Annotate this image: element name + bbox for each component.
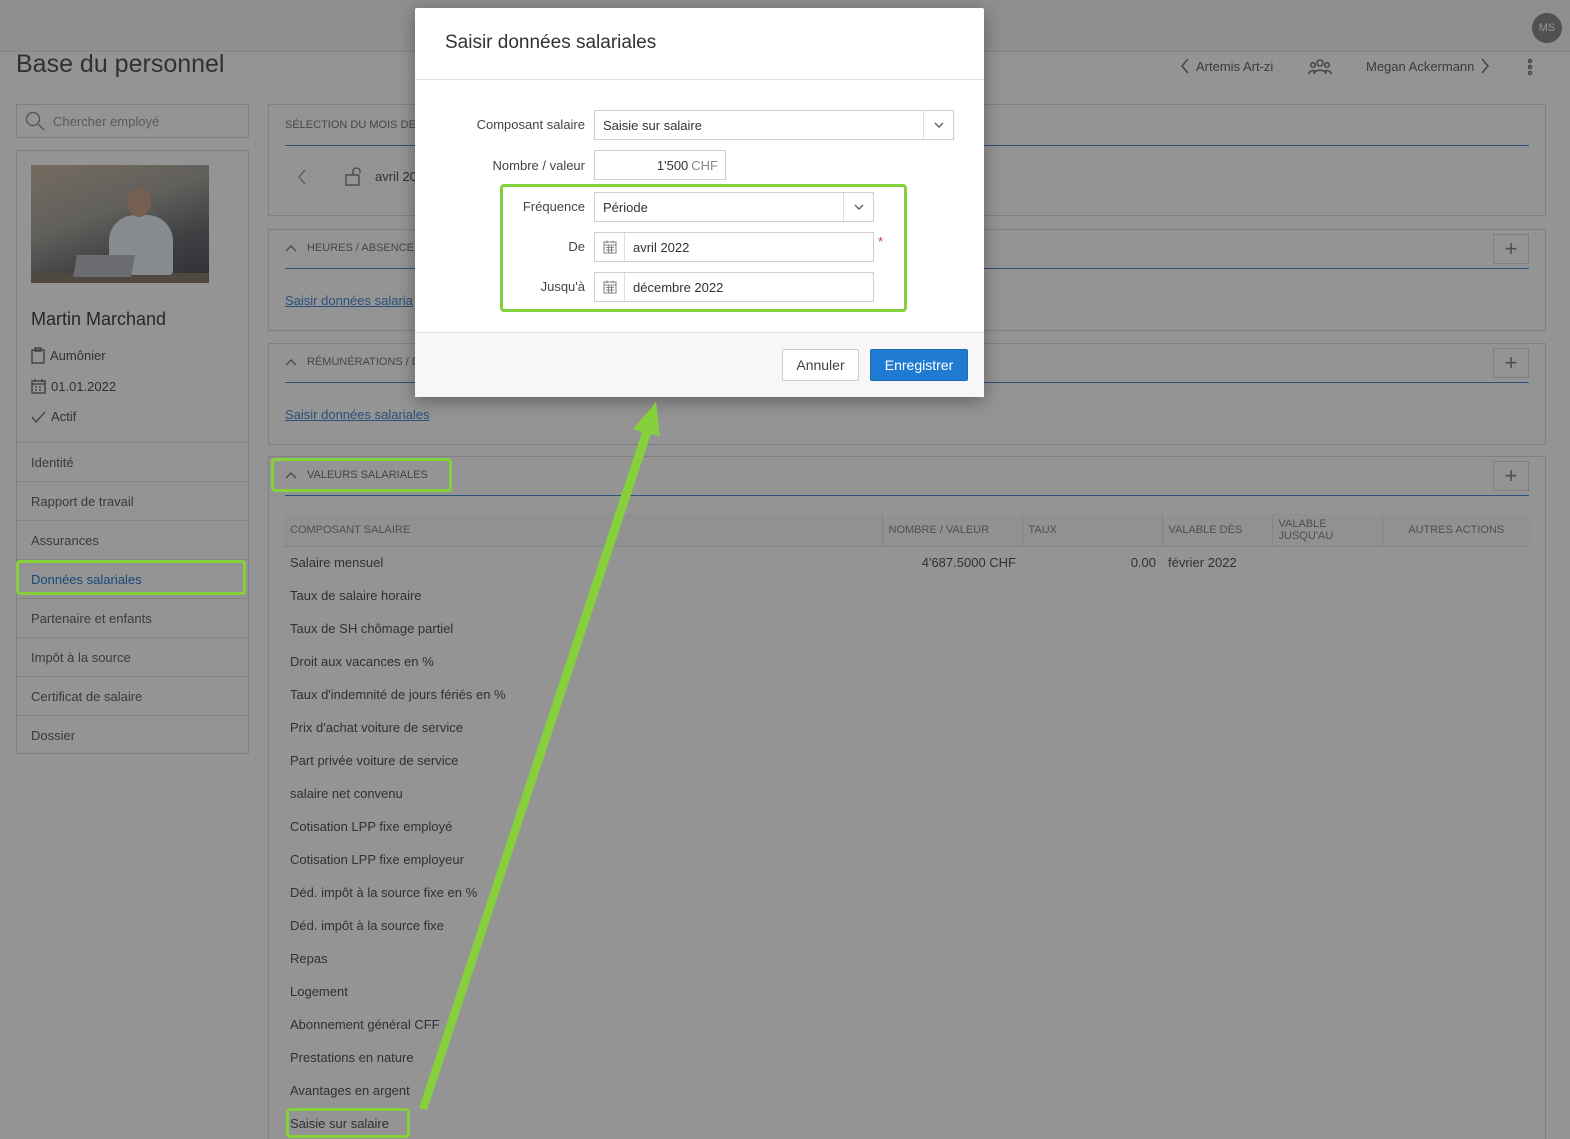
- amount-value: 1'500: [656, 157, 689, 173]
- amount-unit: CHF: [691, 157, 718, 173]
- highlight-box-period: [500, 184, 907, 312]
- component-value: Saisie sur salaire: [603, 117, 702, 133]
- salary-entry-dialog: Saisir données salariales Composant sala…: [415, 8, 984, 397]
- dialog-title: Saisir données salariales: [445, 32, 657, 53]
- highlight-box-row: [286, 1108, 410, 1138]
- component-label: Composant salaire: [476, 117, 585, 132]
- dialog-divider: [415, 79, 984, 80]
- chevron-down-icon: [923, 111, 953, 139]
- amount-field[interactable]: 1'500 CHF: [594, 150, 726, 180]
- highlight-box-section: [271, 458, 452, 492]
- amount-label: Nombre / valeur: [492, 158, 585, 173]
- highlight-box-sidebar: [16, 560, 246, 595]
- component-select[interactable]: Saisie sur salaire: [594, 110, 954, 140]
- save-button[interactable]: Enregistrer: [870, 349, 968, 381]
- cancel-button[interactable]: Annuler: [782, 349, 859, 381]
- dialog-footer: Annuler Enregistrer: [415, 332, 984, 397]
